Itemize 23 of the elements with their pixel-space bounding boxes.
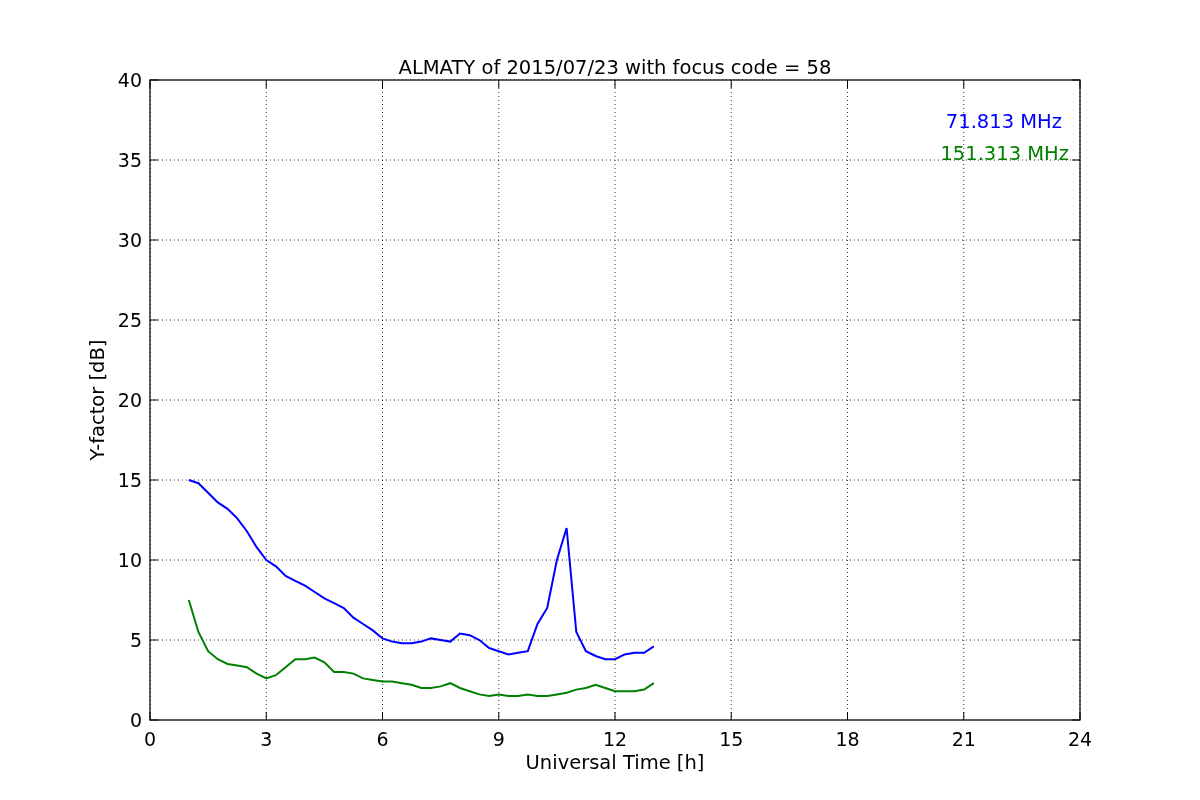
y-tick-label: 20	[117, 389, 142, 411]
y-tick-label: 0	[129, 709, 142, 731]
x-tick-label: 9	[492, 728, 505, 750]
x-axis-label: Universal Time [h]	[525, 751, 705, 774]
y-tick-label: 10	[117, 549, 142, 571]
x-tick-label: 6	[376, 728, 389, 750]
y-tick-label: 15	[117, 469, 142, 491]
x-tick-label: 12	[602, 728, 628, 750]
y-tick-label: 35	[117, 149, 142, 171]
x-tick-label: 21	[951, 728, 976, 750]
x-tick-label: 24	[1067, 728, 1093, 750]
x-tick-label: 0	[143, 728, 157, 750]
x-tick-label: 15	[719, 728, 744, 750]
x-tick-label: 3	[260, 728, 273, 750]
y-tick-label: 5	[129, 629, 142, 651]
legend-label: 71.813 MHz	[945, 110, 1062, 133]
y-axis-label: Y-factor [dB]	[86, 339, 109, 461]
legend-label: 151.313 MHz	[940, 142, 1069, 165]
y-tick-label: 25	[117, 309, 142, 331]
y-tick-label: 40	[117, 69, 142, 91]
chart-title: ALMATY of 2015/07/23 with focus code = 58	[398, 56, 832, 79]
x-tick-label: 18	[835, 728, 860, 750]
y-tick-label: 30	[117, 229, 142, 251]
